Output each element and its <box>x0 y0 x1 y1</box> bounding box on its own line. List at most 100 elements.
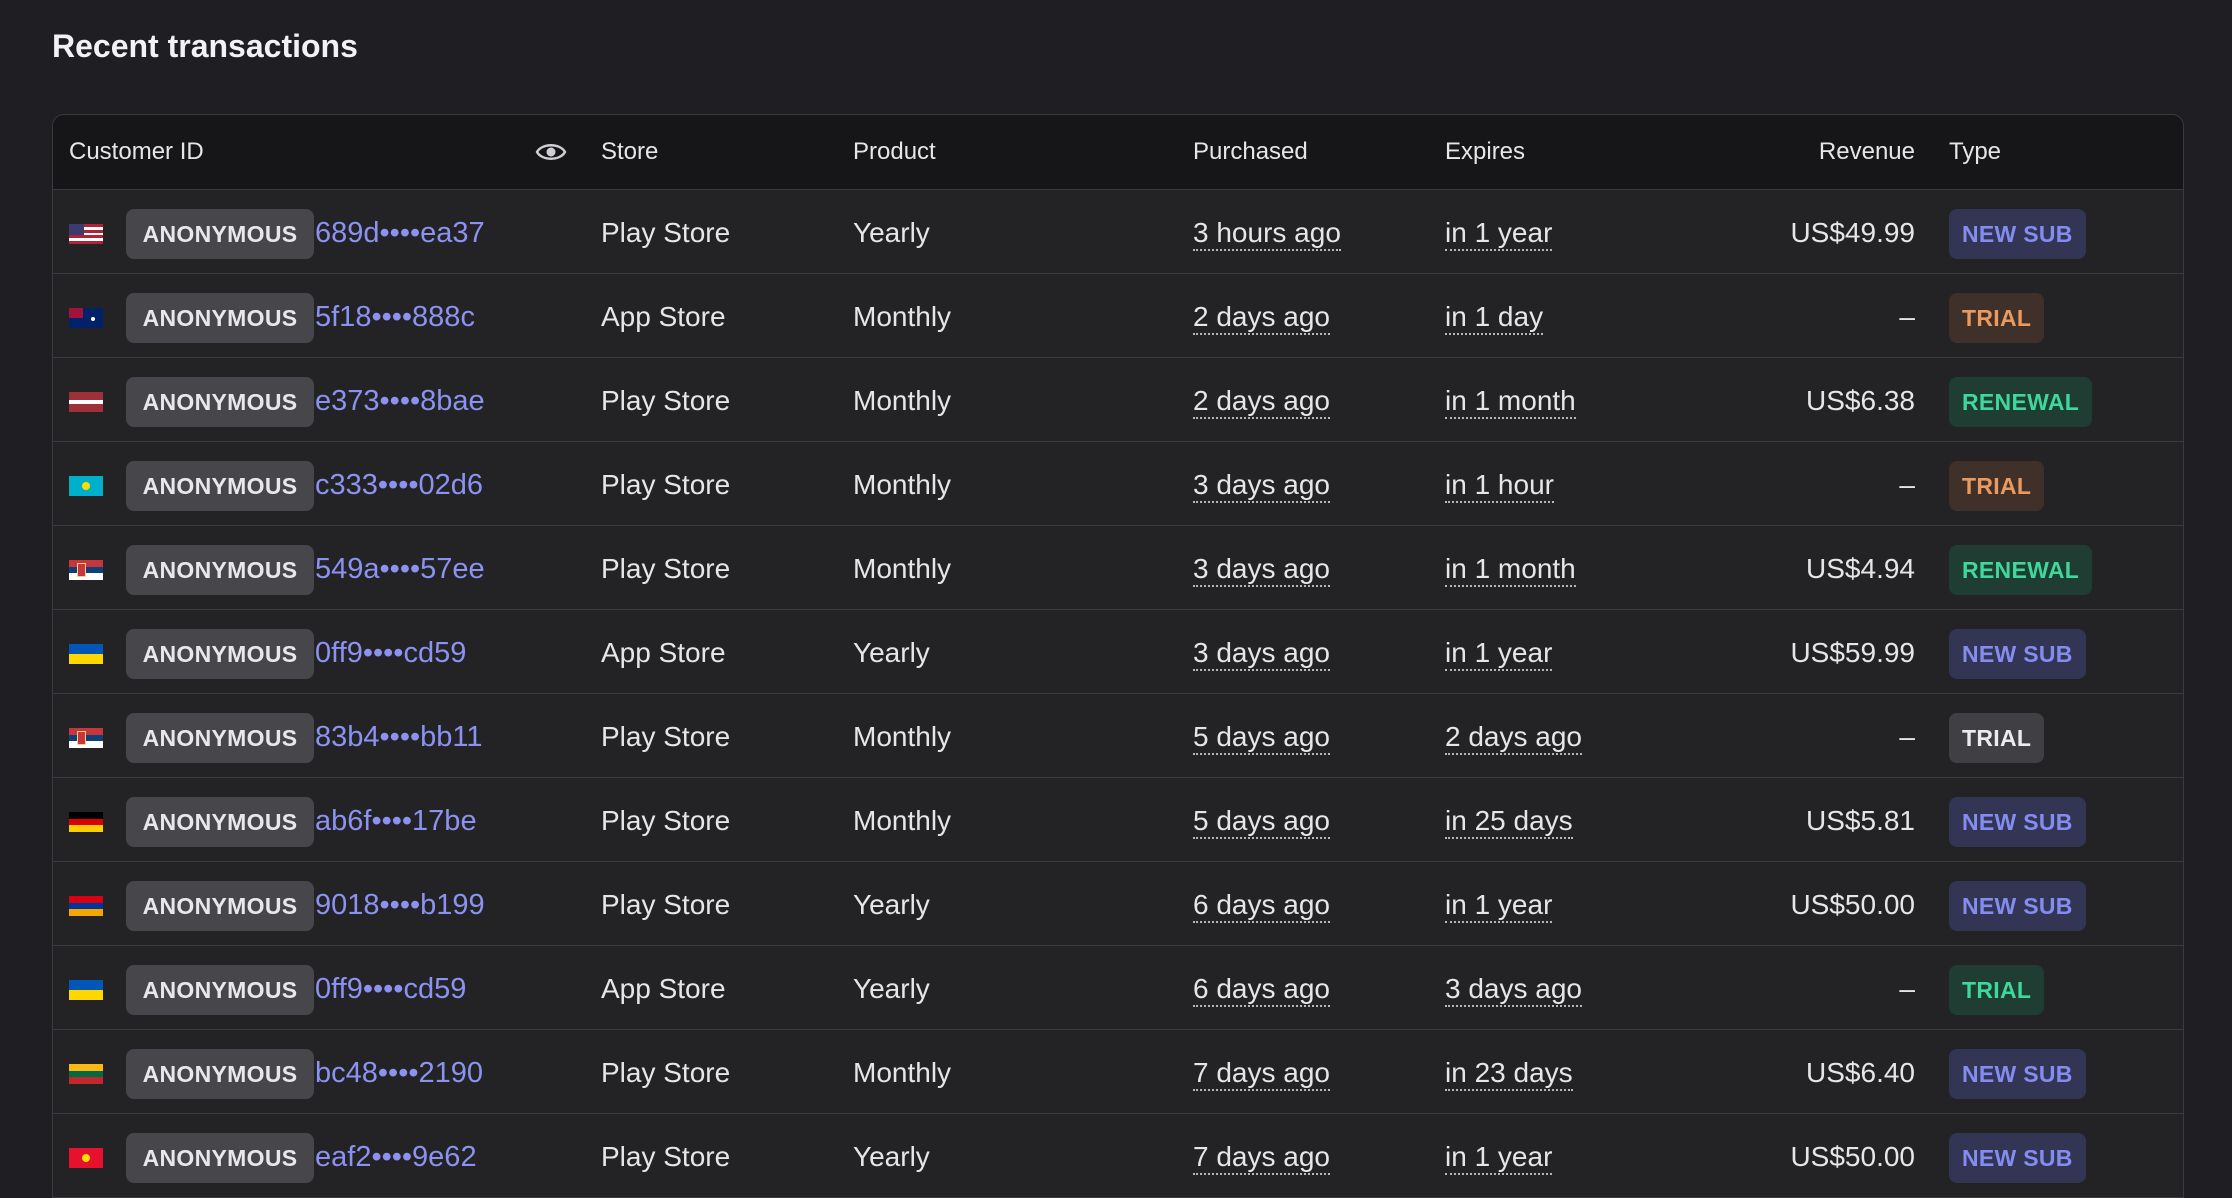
table-row[interactable]: ANONYMOUS 0ff9••••cd59 App Store Yearly … <box>53 610 2183 694</box>
type-badge: NEW SUB <box>1949 209 2086 259</box>
anonymous-tag: ANONYMOUS <box>126 545 314 595</box>
purchased-time[interactable]: 7 days ago <box>1193 1057 1330 1091</box>
customer-id-link[interactable]: 5f18••••888c <box>315 274 475 360</box>
expires-cell: in 1 month <box>1445 358 1576 441</box>
column-header-type[interactable]: Type <box>1949 115 2001 189</box>
table-header: Customer ID Store Product Purchased Expi… <box>53 115 2183 190</box>
purchased-time[interactable]: 6 days ago <box>1193 889 1330 923</box>
customer-id-link[interactable]: c333••••02d6 <box>315 442 483 528</box>
product-cell: Monthly <box>853 1057 952 1088</box>
table-row[interactable]: ANONYMOUS eaf2••••9e62 Play Store Yearly… <box>53 1114 2183 1198</box>
product-cell: Yearly <box>853 1141 930 1172</box>
customer-id-link[interactable]: 0ff9••••cd59 <box>315 946 466 1032</box>
purchased-cell: 5 days ago <box>1193 778 1330 861</box>
table-row[interactable]: ANONYMOUS 5f18••••888c App Store Monthly… <box>53 274 2183 358</box>
column-header-purchased[interactable]: Purchased <box>1193 115 1308 189</box>
purchased-time[interactable]: 6 days ago <box>1193 973 1330 1007</box>
table-row[interactable]: ANONYMOUS c333••••02d6 Play Store Monthl… <box>53 442 2183 526</box>
column-header-revenue[interactable]: Revenue <box>1819 115 1915 189</box>
purchased-time[interactable]: 2 days ago <box>1193 301 1330 335</box>
flag-am-icon <box>69 896 103 916</box>
product-cell: Yearly <box>853 889 930 920</box>
type-badge: NEW SUB <box>1949 797 2086 847</box>
flag-rs-icon <box>69 560 103 580</box>
column-header-product[interactable]: Product <box>853 115 936 189</box>
revenue-cell: US$59.99 <box>1790 637 1915 668</box>
purchased-time[interactable]: 5 days ago <box>1193 721 1330 755</box>
expires-cell: in 23 days <box>1445 1030 1573 1113</box>
column-header-expires[interactable]: Expires <box>1445 115 1525 189</box>
revenue-cell: US$6.38 <box>1806 385 1915 416</box>
table-row[interactable]: ANONYMOUS e373••••8bae Play Store Monthl… <box>53 358 2183 442</box>
expires-time[interactable]: in 23 days <box>1445 1057 1573 1091</box>
purchased-time[interactable]: 5 days ago <box>1193 805 1330 839</box>
expires-time[interactable]: 2 days ago <box>1445 721 1582 755</box>
expires-cell: in 1 year <box>1445 1114 1553 1197</box>
eye-icon[interactable] <box>535 137 567 167</box>
page-title: Recent transactions <box>52 28 358 64</box>
flag-kz-icon <box>69 476 103 496</box>
expires-time[interactable]: in 1 hour <box>1445 469 1554 503</box>
purchased-cell: 5 days ago <box>1193 694 1330 777</box>
anonymous-tag: ANONYMOUS <box>126 209 314 259</box>
customer-id-link[interactable]: eaf2••••9e62 <box>315 1114 477 1198</box>
revenue-cell: US$50.00 <box>1790 889 1915 920</box>
revenue-cell: US$4.94 <box>1806 553 1915 584</box>
revenue-cell: US$49.99 <box>1790 217 1915 248</box>
expires-time[interactable]: in 1 year <box>1445 637 1553 671</box>
revenue-cell: – <box>1899 469 1915 500</box>
expires-time[interactable]: in 1 year <box>1445 889 1553 923</box>
type-badge: TRIAL <box>1949 293 2045 343</box>
table-row[interactable]: ANONYMOUS ab6f••••17be Play Store Monthl… <box>53 778 2183 862</box>
purchased-time[interactable]: 7 days ago <box>1193 1141 1330 1175</box>
purchased-cell: 2 days ago <box>1193 274 1330 357</box>
column-header-customer-id[interactable]: Customer ID <box>69 115 204 189</box>
table-row[interactable]: ANONYMOUS bc48••••2190 Play Store Monthl… <box>53 1030 2183 1114</box>
table-row[interactable]: ANONYMOUS 0ff9••••cd59 App Store Yearly … <box>53 946 2183 1030</box>
expires-cell: in 1 day <box>1445 274 1544 357</box>
store-cell: App Store <box>601 301 726 332</box>
customer-id-link[interactable]: 83b4••••bb11 <box>315 694 483 780</box>
product-cell: Monthly <box>853 805 952 836</box>
table-row[interactable]: ANONYMOUS 549a••••57ee Play Store Monthl… <box>53 526 2183 610</box>
expires-cell: in 25 days <box>1445 778 1573 861</box>
anonymous-tag: ANONYMOUS <box>126 461 314 511</box>
expires-time[interactable]: in 1 day <box>1445 301 1544 335</box>
column-header-store[interactable]: Store <box>601 115 658 189</box>
expires-cell: in 1 year <box>1445 610 1553 693</box>
flag-lt-icon <box>69 1064 103 1084</box>
customer-id-link[interactable]: 549a••••57ee <box>315 526 485 612</box>
customer-id-link[interactable]: 689d••••ea37 <box>315 190 485 276</box>
store-cell: Play Store <box>601 1057 731 1088</box>
flag-ua-icon <box>69 644 103 664</box>
expires-time[interactable]: in 1 month <box>1445 385 1576 419</box>
product-cell: Monthly <box>853 721 952 752</box>
purchased-time[interactable]: 3 hours ago <box>1193 217 1341 251</box>
purchased-time[interactable]: 3 days ago <box>1193 553 1330 587</box>
customer-id-link[interactable]: bc48••••2190 <box>315 1030 483 1116</box>
table-row[interactable]: ANONYMOUS 83b4••••bb11 Play Store Monthl… <box>53 694 2183 778</box>
customer-id-link[interactable]: 9018••••b199 <box>315 862 485 948</box>
expires-time[interactable]: 3 days ago <box>1445 973 1582 1007</box>
purchased-cell: 3 days ago <box>1193 442 1330 525</box>
product-cell: Monthly <box>853 385 952 416</box>
expires-time[interactable]: in 1 year <box>1445 1141 1553 1175</box>
customer-id-link[interactable]: 0ff9••••cd59 <box>315 610 466 696</box>
anonymous-tag: ANONYMOUS <box>126 293 314 343</box>
expires-time[interactable]: in 25 days <box>1445 805 1573 839</box>
purchased-time[interactable]: 2 days ago <box>1193 385 1330 419</box>
customer-id-link[interactable]: ab6f••••17be <box>315 778 477 864</box>
purchased-time[interactable]: 3 days ago <box>1193 469 1330 503</box>
type-badge: NEW SUB <box>1949 1133 2086 1183</box>
transactions-table: Customer ID Store Product Purchased Expi… <box>52 114 2184 1198</box>
product-cell: Monthly <box>853 301 952 332</box>
purchased-cell: 2 days ago <box>1193 358 1330 441</box>
expires-cell: 2 days ago <box>1445 694 1582 777</box>
expires-time[interactable]: in 1 year <box>1445 217 1553 251</box>
customer-id-link[interactable]: e373••••8bae <box>315 358 485 444</box>
table-row[interactable]: ANONYMOUS 689d••••ea37 Play Store Yearly… <box>53 190 2183 274</box>
store-cell: Play Store <box>601 217 731 248</box>
purchased-time[interactable]: 3 days ago <box>1193 637 1330 671</box>
expires-time[interactable]: in 1 month <box>1445 553 1576 587</box>
table-row[interactable]: ANONYMOUS 9018••••b199 Play Store Yearly… <box>53 862 2183 946</box>
